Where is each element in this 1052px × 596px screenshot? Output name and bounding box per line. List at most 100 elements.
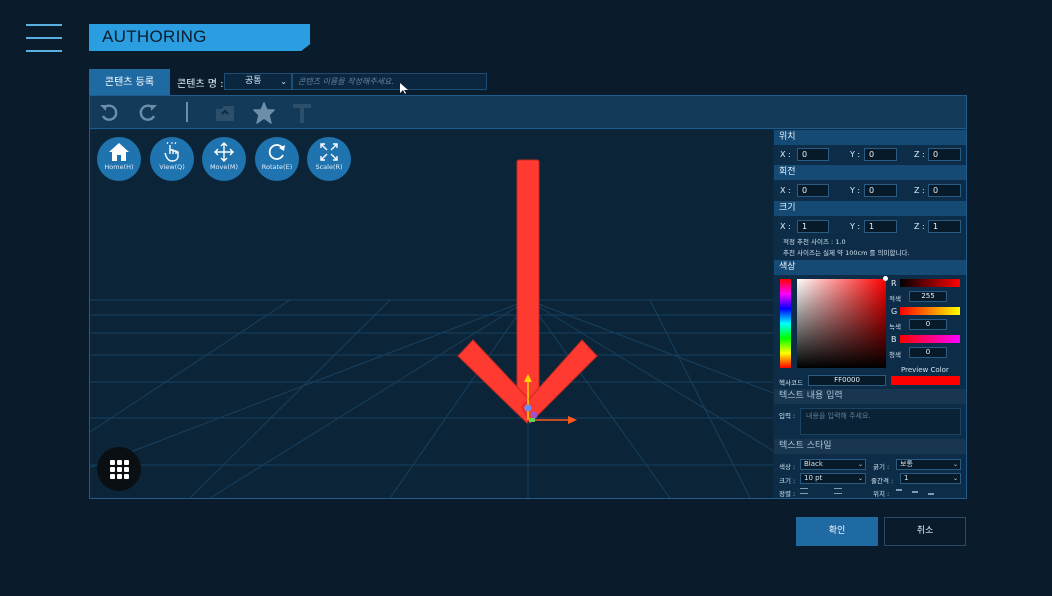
text-position-label: 위치 : — [873, 490, 890, 498]
scale-icon — [320, 143, 338, 161]
content-name-input[interactable]: 콘텐츠 이름을 작성해주세요. — [292, 73, 487, 90]
page-title: AUTHORING — [102, 27, 207, 46]
tab-content-register[interactable]: 콘텐츠 등록 — [89, 69, 170, 96]
red-name-label: 적색 — [889, 295, 901, 303]
color-picker-handle[interactable] — [883, 276, 888, 281]
red-slider[interactable] — [900, 279, 960, 287]
page-title-tab: AUTHORING — [89, 24, 310, 51]
text-weight-select[interactable]: 보통 ⌄ — [896, 459, 961, 470]
green-slider[interactable] — [900, 307, 960, 315]
text-style-section-title: 텍스트 스타일 — [774, 439, 966, 454]
grid-dots-icon — [110, 460, 129, 479]
color-section-title: 색상 — [774, 260, 966, 275]
rotation-x-label: X : — [780, 186, 791, 195]
size-z-input[interactable]: 1 — [928, 220, 961, 233]
text-align-label: 정렬 : — [779, 490, 796, 498]
shape-icon[interactable] — [253, 102, 275, 124]
position-z-label: Z : — [914, 150, 925, 159]
folder-icon[interactable] — [214, 102, 236, 124]
chevron-down-icon: ⌄ — [280, 77, 287, 86]
text-weight-label: 굵기 : — [873, 463, 890, 471]
chevron-down-icon: ⌄ — [952, 475, 958, 482]
size-y-label: Y : — [850, 222, 861, 231]
category-select[interactable]: 공통 ⌄ — [224, 73, 292, 90]
rotation-z-label: Z : — [914, 186, 925, 195]
line-spacing-select[interactable]: 1 ⌄ — [900, 473, 961, 484]
red-value-input[interactable]: 255 — [909, 291, 947, 302]
blue-slider[interactable] — [900, 335, 960, 343]
cancel-button[interactable]: 취소 — [884, 517, 966, 546]
rotation-y-label: Y : — [850, 186, 861, 195]
r-channel-label: R — [891, 279, 897, 288]
size-z-label: Z : — [914, 222, 925, 231]
size-section-title: 크기 — [774, 201, 966, 216]
home-view-label: Home(H) — [104, 163, 134, 171]
position-x-input[interactable]: 0 — [797, 148, 829, 161]
undo-icon[interactable] — [98, 102, 120, 124]
rotation-x-input[interactable]: 0 — [797, 184, 829, 197]
align-left-icon[interactable] — [800, 488, 808, 494]
text-color-value: Black — [804, 460, 823, 468]
size-x-label: X : — [780, 222, 791, 231]
green-name-label: 녹색 — [889, 323, 901, 331]
line-spacing-label: 줄간격 : — [871, 477, 894, 485]
property-panel: 위치 X : 0 Y : 0 Z : 0 회전 X : 0 Y : 0 Z : … — [774, 130, 966, 498]
align-right-icon[interactable] — [834, 488, 842, 494]
hand-icon — [164, 142, 179, 162]
toolbar-separator — [186, 102, 188, 122]
redo-icon[interactable] — [137, 102, 159, 124]
rotation-section-title: 회전 — [774, 165, 966, 180]
text-content-input[interactable]: 내용을 입력해 주세요. — [800, 408, 961, 435]
position-y-label: Y : — [850, 150, 861, 159]
category-select-value: 공통 — [245, 76, 262, 86]
move-mode-button[interactable]: Move(M) — [202, 137, 246, 181]
position-top-icon[interactable] — [896, 489, 902, 491]
hue-slider[interactable] — [780, 279, 791, 368]
text-color-select[interactable]: Black ⌄ — [800, 459, 866, 470]
g-channel-label: G — [891, 307, 898, 316]
rotate-icon — [268, 144, 285, 160]
size-recommend-note: 적정 추천 사이즈 : 1.0 — [783, 238, 846, 246]
rotation-z-input[interactable]: 0 — [928, 184, 961, 197]
size-meaning-note: 추천 사이즈는 실제 약 100cm 를 의미합니다. — [783, 249, 910, 257]
size-x-input[interactable]: 1 — [797, 220, 829, 233]
scale-mode-button[interactable]: Scale(R) — [307, 137, 351, 181]
text-size-value: 10 pt — [804, 474, 823, 482]
home-view-button[interactable]: Home(H) — [97, 137, 141, 181]
3d-viewport[interactable]: Home(H) View(Q) Move(M) Rotate(E) Scale(… — [90, 130, 773, 498]
content-name-label: 콘텐츠 명 : — [177, 79, 224, 90]
move-mode-label: Move(M) — [209, 163, 239, 171]
preview-color-swatch — [891, 376, 960, 385]
size-y-input[interactable]: 1 — [864, 220, 897, 233]
view-mode-label: View(Q) — [159, 163, 185, 171]
confirm-button[interactable]: 확인 — [796, 517, 878, 546]
text-input-section-title: 텍스트 내용 입력 — [774, 389, 966, 404]
chevron-down-icon: ⌄ — [952, 461, 958, 468]
hex-code-input[interactable]: FF0000 — [808, 375, 886, 386]
position-bottom-icon[interactable] — [928, 493, 934, 495]
blue-name-label: 청색 — [889, 351, 901, 359]
position-section-title: 위치 — [774, 130, 966, 145]
position-middle-icon[interactable] — [912, 491, 918, 493]
position-x-label: X : — [780, 150, 791, 159]
text-icon[interactable] — [291, 102, 313, 124]
blue-value-input[interactable]: 0 — [909, 347, 947, 358]
preview-color-label: Preview Color — [901, 366, 949, 374]
rotation-y-input[interactable]: 0 — [864, 184, 897, 197]
apps-menu-button[interactable] — [97, 447, 141, 491]
rotate-mode-button[interactable]: Rotate(E) — [255, 137, 299, 181]
line-spacing-value: 1 — [904, 474, 909, 482]
color-saturation-picker[interactable] — [797, 279, 886, 368]
position-z-input[interactable]: 0 — [928, 148, 961, 161]
hamburger-menu-icon[interactable] — [26, 24, 62, 54]
position-y-input[interactable]: 0 — [864, 148, 897, 161]
text-color-label: 색상 : — [779, 463, 796, 471]
green-value-input[interactable]: 0 — [909, 319, 947, 330]
text-weight-value: 보통 — [900, 460, 913, 468]
text-size-select[interactable]: 10 pt ⌄ — [800, 473, 866, 484]
b-channel-label: B — [891, 335, 897, 344]
chevron-down-icon: ⌄ — [857, 475, 863, 482]
view-mode-button[interactable]: View(Q) — [150, 137, 194, 181]
scale-mode-label: Scale(R) — [315, 163, 343, 171]
mouse-cursor-icon — [400, 83, 408, 94]
